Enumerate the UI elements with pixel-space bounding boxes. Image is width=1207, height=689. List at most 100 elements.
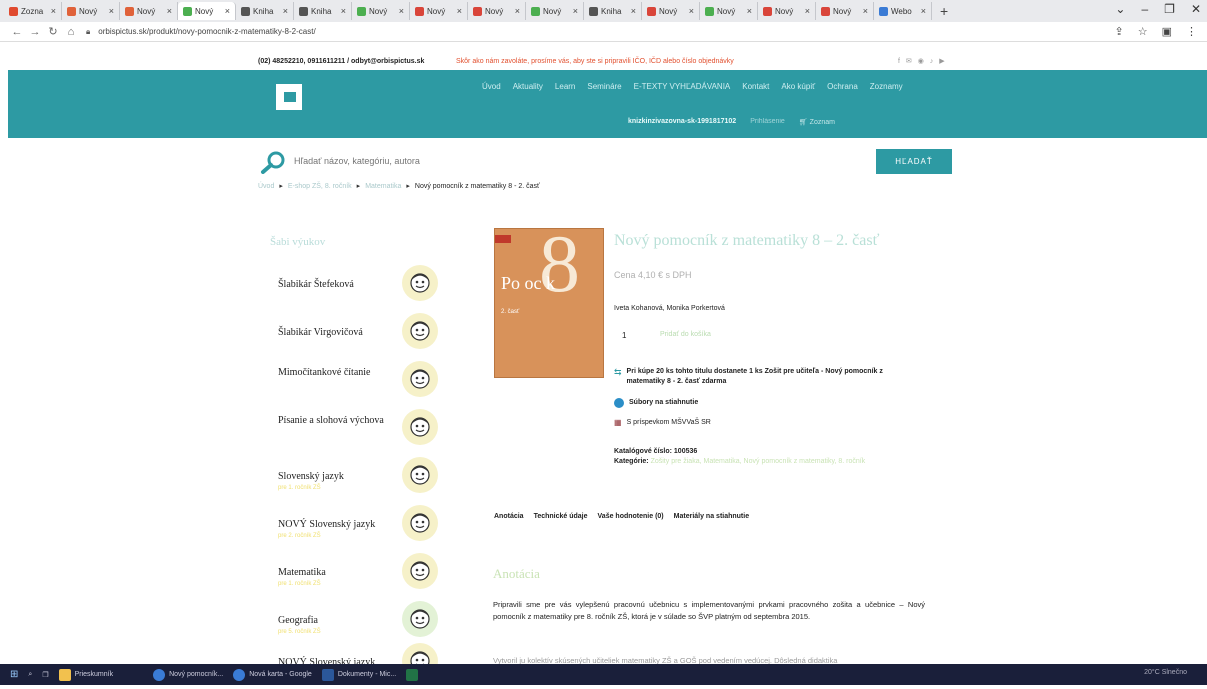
taskbar-app-explorer[interactable]: Prieskumník	[58, 668, 113, 681]
tab-search-icon[interactable]: ⌄	[1115, 2, 1125, 16]
bookmark-star-icon[interactable]: ☆	[1138, 25, 1148, 38]
tab-close-icon[interactable]: ×	[283, 6, 288, 16]
taskbar-app-excel[interactable]	[406, 668, 419, 681]
product-cover-image[interactable]: 8 Po oc k 2. časť	[494, 228, 604, 378]
search-button[interactable]: HĽADAŤ	[876, 149, 952, 174]
taskbar-app-chrome[interactable]: Nový pomocník...	[153, 668, 223, 681]
sidebar-item[interactable]: Šlabikár Štefeková	[278, 265, 448, 311]
browser-tab[interactable]: Nový ×	[816, 2, 874, 20]
minimize-icon[interactable]: –	[1141, 2, 1148, 16]
search-input[interactable]	[294, 150, 864, 172]
tab-close-icon[interactable]: ×	[399, 6, 404, 16]
browser-tab[interactable]: Nový ×	[410, 2, 468, 20]
browser-tab[interactable]: Zozna ×	[4, 2, 62, 20]
back-icon[interactable]: ←	[8, 26, 26, 38]
browser-tab[interactable]: Nový ×	[468, 2, 526, 20]
contact-info[interactable]: (02) 48252210, 0911611211 / odbyt@orbisp…	[258, 58, 424, 65]
browser-tab[interactable]: Nový ×	[700, 2, 758, 20]
tab-close-icon[interactable]: ×	[747, 6, 752, 16]
sidebar-item-sub: pre 2. ročník ZŠ	[278, 533, 321, 539]
nav-link[interactable]: Learn	[555, 82, 575, 91]
tab-close-icon[interactable]: ×	[631, 6, 636, 16]
browser-tab[interactable]: Nový ×	[62, 2, 120, 20]
sidebar-item[interactable]: Mimočítankové čítanie	[278, 361, 448, 407]
user-account-link[interactable]: knizkinzivazovna-sk-1991817102	[628, 118, 736, 126]
tab-close-icon[interactable]: ×	[225, 6, 230, 16]
tab-close-icon[interactable]: ×	[689, 6, 694, 16]
site-header: Úvod Aktuality Learn Semináre E-TEXTY VYHĽAD…	[8, 70, 1207, 138]
browser-tab[interactable]: Kniha ×	[236, 2, 294, 20]
breadcrumb-home[interactable]: Úvod	[258, 183, 274, 190]
browser-tab[interactable]: Kniha ×	[294, 2, 352, 20]
breadcrumb-subcategory[interactable]: Matematika	[365, 183, 401, 190]
tab-close-icon[interactable]: ×	[341, 6, 346, 16]
social-icons[interactable]: f ✉ ◉ ♪ ▶	[898, 57, 947, 65]
browser-tab[interactable]: Nový ×	[120, 2, 178, 20]
taskbar-app-word[interactable]: Dokumenty - Mic...	[321, 668, 396, 681]
nav-link[interactable]: Ochrana	[827, 82, 858, 91]
url-field[interactable]: orbispictus.sk/produkt/novy-pomocnik-z-m…	[98, 27, 315, 36]
browser-tab[interactable]: Nový ×	[758, 2, 816, 20]
task-view-icon[interactable]: ❐	[42, 671, 48, 679]
add-to-cart-button[interactable]: Pridať do košíka	[656, 329, 715, 340]
weather-tray[interactable]: 20°C Slnečno	[1144, 669, 1187, 676]
downloads-text[interactable]: Súbory na stiahnutie	[629, 398, 698, 408]
restore-icon[interactable]: ❐	[1164, 2, 1175, 16]
nav-link[interactable]: E-TEXTY VYHĽADÁVANIA	[634, 82, 731, 91]
nav-link[interactable]: Aktuality	[513, 82, 543, 91]
tab-close-icon[interactable]: ×	[573, 6, 578, 16]
sidebar-item[interactable]: Šlabikár Virgovičová	[278, 313, 448, 359]
browser-tab[interactable]: Nový ×	[178, 2, 236, 20]
sidebar-item[interactable]: Matematika pre 1. ročník ZŠ	[278, 553, 448, 599]
tab-close-icon[interactable]: ×	[457, 6, 462, 16]
tab-close-icon[interactable]: ×	[515, 6, 520, 16]
tab-label: Nový	[137, 6, 156, 16]
sidebar-item[interactable]: Slovenský jazyk pre 1. ročník ZŠ	[278, 457, 448, 503]
tab-label: Nový	[543, 6, 562, 16]
tab-annotation[interactable]: Anotácia	[494, 513, 524, 520]
browser-tab[interactable]: Webo ×	[874, 2, 932, 20]
nav-link[interactable]: Ako kúpiť	[781, 82, 815, 91]
categories-links[interactable]: Zošity pre žiaka, Matematika, Nový pomoc…	[651, 458, 866, 465]
tab-close-icon[interactable]: ×	[921, 6, 926, 16]
tab-close-icon[interactable]: ×	[51, 6, 56, 16]
tab-technical[interactable]: Technické údaje	[534, 513, 588, 520]
sidebar-item[interactable]: NOVÝ Slovenský jazyk pre 2. ročník ZŠ	[278, 505, 448, 551]
sidebar-item[interactable]: Geografia pre 5. ročník ZŠ	[278, 601, 448, 647]
tab-close-icon[interactable]: ×	[805, 6, 810, 16]
windows-start-icon[interactable]: ⊞	[10, 669, 18, 680]
home-icon[interactable]: ⌂	[62, 26, 80, 38]
browser-tab[interactable]: Nový ×	[352, 2, 410, 20]
sidepanel-icon[interactable]: ▣	[1162, 25, 1172, 38]
tab-close-icon[interactable]: ×	[167, 6, 172, 16]
nav-link[interactable]: Kontakt	[742, 82, 769, 91]
login-link[interactable]: Prihlásenie	[750, 118, 785, 126]
menu-dots-icon[interactable]: ⋮	[1186, 25, 1197, 38]
nav-link[interactable]: Zoznamy	[870, 82, 903, 91]
tab-close-icon[interactable]: ×	[109, 6, 114, 16]
nav-link[interactable]: Úvod	[482, 82, 501, 91]
browser-tab[interactable]: Nový ×	[642, 2, 700, 20]
browser-tab[interactable]: Nový ×	[526, 2, 584, 20]
quantity-input[interactable]: 1	[622, 331, 626, 340]
downloads-line[interactable]: Súbory na stiahnutie	[614, 398, 698, 408]
taskbar-search-icon[interactable]: ⌕	[28, 671, 32, 679]
site-logo[interactable]	[276, 84, 302, 110]
tab-reviews[interactable]: Vaše hodnotenie (0)	[598, 513, 664, 520]
share-icon[interactable]: ⇪	[1115, 25, 1124, 38]
close-window-icon[interactable]: ✕	[1191, 2, 1201, 16]
sidebar-item[interactable]: Písanie a slohová výchova	[278, 409, 448, 455]
browser-tab[interactable]: Kniha ×	[584, 2, 642, 20]
search-icon[interactable]	[260, 150, 288, 174]
product-authors[interactable]: Iveta Kohanová, Monika Porkertová	[614, 305, 725, 312]
taskbar-app-chrome2[interactable]: Nová karta - Google	[233, 668, 312, 681]
breadcrumb-category[interactable]: E-shop ZŠ, 8. ročník	[288, 183, 352, 190]
forward-icon[interactable]: →	[26, 26, 44, 38]
tab-downloads[interactable]: Materiály na stiahnutie	[674, 513, 749, 520]
new-tab-button[interactable]: +	[932, 3, 956, 19]
reload-icon[interactable]: ↻	[44, 25, 62, 38]
cart-link[interactable]: 🛒︎ Zoznam	[799, 118, 835, 126]
cover-badge	[495, 235, 511, 243]
tab-close-icon[interactable]: ×	[863, 6, 868, 16]
nav-link[interactable]: Semináre	[587, 82, 621, 91]
